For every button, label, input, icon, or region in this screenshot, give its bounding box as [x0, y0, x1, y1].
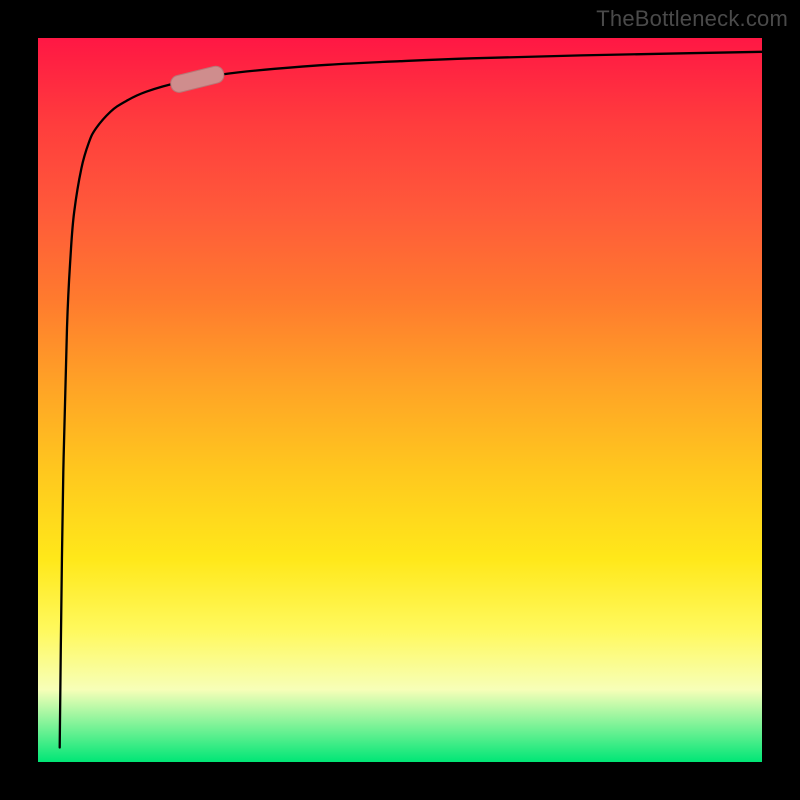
bottleneck-curve [60, 52, 762, 748]
watermark-text: TheBottleneck.com [596, 6, 788, 32]
frame-bottom [0, 762, 800, 800]
frame-left [0, 0, 38, 800]
curve-layer [38, 38, 762, 762]
chart-stage: TheBottleneck.com [0, 0, 800, 800]
frame-right [762, 0, 800, 800]
curve-marker [169, 65, 226, 95]
